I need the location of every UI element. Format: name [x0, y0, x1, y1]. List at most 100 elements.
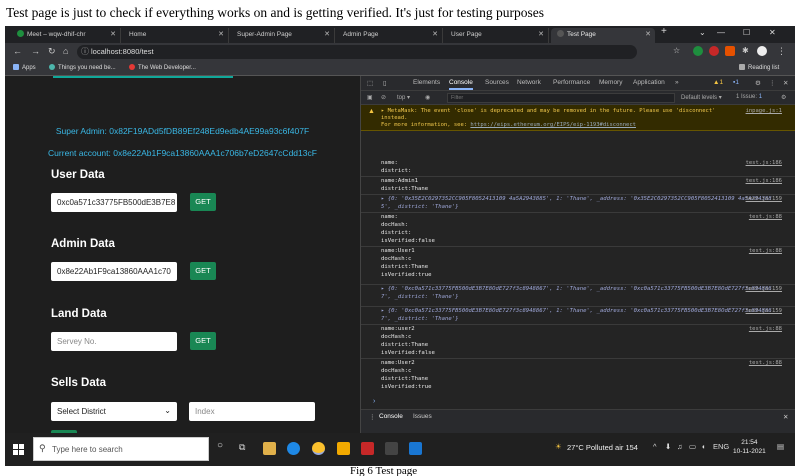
back-icon[interactable]: ← — [13, 46, 22, 56]
close-icon[interactable]: ✕ — [324, 28, 330, 41]
tab-user[interactable]: User Page ✕ — [445, 28, 549, 43]
extensions-puzzle-icon[interactable]: ✱ — [742, 46, 749, 55]
close-icon[interactable]: ✕ — [218, 28, 224, 41]
tab-sources[interactable]: Sources — [485, 79, 509, 86]
drawer-tab-console[interactable]: Console — [379, 413, 403, 420]
eye-icon[interactable]: ◉ — [425, 94, 430, 101]
close-icon[interactable]: ✕ — [538, 28, 544, 41]
console-source-link[interactable]: test.js:88 — [749, 326, 782, 332]
forward-icon[interactable]: → — [31, 46, 40, 56]
land-get-button[interactable]: GET — [190, 332, 216, 350]
issues-badge[interactable]: 1 Issue: 1 — [736, 94, 762, 100]
info-count-badge[interactable]: ▪1 — [733, 79, 739, 86]
eip-link[interactable]: https://eips.ethereum.org/EIPS/eip-1193#… — [470, 122, 636, 128]
tab-application[interactable]: Application — [633, 79, 665, 86]
url-bar[interactable]: ⓘ localhost:8080/test — [77, 45, 637, 59]
file-explorer-icon[interactable] — [337, 442, 350, 455]
task-view-icon[interactable]: ⧉ — [239, 442, 245, 453]
tab-elements[interactable]: Elements — [413, 79, 440, 86]
console-source-link[interactable]: test.js:88 — [749, 248, 782, 254]
extension-icon[interactable] — [693, 46, 703, 56]
notifications-icon[interactable]: ▤ — [777, 442, 784, 451]
new-tab-button[interactable]: + — [661, 26, 667, 37]
tab-memory[interactable]: Memory — [599, 79, 622, 86]
devtools-close-icon[interactable]: ✕ — [783, 79, 788, 87]
edge-icon[interactable] — [287, 442, 300, 455]
bookmark-item[interactable]: Things you need be... — [49, 64, 116, 71]
tab-network[interactable]: Network — [517, 79, 541, 86]
warning-count-badge[interactable]: ▲1 — [713, 79, 723, 86]
network-icon[interactable]: ▭ — [689, 442, 696, 451]
extension-icon[interactable] — [709, 46, 719, 56]
tab-console[interactable]: Console — [449, 79, 473, 90]
tab-search-icon[interactable]: ⌄ — [699, 28, 706, 37]
minimize-icon[interactable]: — — [717, 28, 725, 37]
console-source-link[interactable]: test.js:186 — [746, 178, 782, 184]
admin-address-input[interactable]: 0x8e22Ab1F9ca13860AAA1c70 — [51, 262, 177, 281]
taskbar-search-input[interactable]: ⚲ Type here to search — [33, 437, 209, 461]
home-icon[interactable]: ⌂ — [63, 46, 68, 56]
language-indicator[interactable]: ENG — [713, 442, 729, 451]
windows-start-icon[interactable] — [13, 444, 24, 455]
tab-super-admin[interactable]: Super-Admin Page ✕ — [231, 28, 335, 43]
reading-list[interactable]: Reading list — [739, 64, 779, 71]
user-get-button[interactable]: GET — [190, 193, 216, 211]
store-icon[interactable] — [263, 442, 276, 455]
log-levels-select[interactable]: Default levels ▾ — [681, 94, 722, 101]
tab-test[interactable]: Test Page ✕ — [551, 28, 655, 43]
tray-chevron-icon[interactable]: ^ — [653, 442, 657, 451]
tray-icon[interactable]: ♫ — [677, 442, 683, 451]
drawer-tab-issues[interactable]: Issues — [413, 413, 432, 420]
bookmark-star-icon[interactable]: ☆ — [673, 46, 680, 55]
console-filter-input[interactable]: Filter — [447, 93, 675, 103]
drawer-menu-icon[interactable]: ⋮ — [369, 413, 376, 421]
console-source-link[interactable]: test.js:159 — [746, 308, 782, 314]
cortana-icon[interactable]: ○ — [217, 440, 223, 451]
info-icon[interactable]: ⓘ — [81, 46, 89, 57]
tray-icon[interactable]: ⬇ — [665, 442, 671, 451]
chrome-icon[interactable] — [312, 442, 325, 455]
user-address-input[interactable]: 0xc0a571c33775FB500dE3B7E8 — [51, 193, 177, 212]
app-icon[interactable] — [361, 442, 374, 455]
terminal-icon[interactable] — [385, 442, 398, 455]
console-source-link[interactable]: test.js:159 — [746, 286, 782, 292]
clear-console-icon[interactable]: ⊘ — [381, 94, 386, 101]
more-tabs-icon[interactable]: » — [675, 79, 679, 86]
menu-icon[interactable]: ⋮ — [777, 46, 786, 57]
weather-text[interactable]: 27°C Polluted air 154 — [567, 443, 638, 452]
tab-meet[interactable]: Meet – wqw-dhif-chr ✕ — [11, 28, 121, 43]
console-source-link[interactable]: test.js:88 — [749, 214, 782, 220]
device-toolbar-icon[interactable]: ▯ — [383, 79, 387, 87]
profile-avatar[interactable] — [757, 46, 767, 56]
window-close-icon[interactable]: ✕ — [769, 28, 776, 37]
console-settings-icon[interactable]: ⚙ — [781, 94, 786, 101]
close-icon[interactable]: ✕ — [432, 28, 438, 41]
apps-bookmark[interactable]: Apps — [13, 64, 36, 71]
source-link[interactable]: inpage.js:1 — [746, 108, 782, 114]
clock[interactable]: 21:54 10-11-2021 — [733, 438, 766, 456]
survey-number-input[interactable]: Servey No. — [51, 332, 177, 351]
maximize-icon[interactable]: ☐ — [743, 28, 750, 37]
devtools-menu-icon[interactable]: ⋮ — [769, 79, 776, 87]
inspect-icon[interactable]: ⬚ — [367, 79, 373, 87]
settings-gear-icon[interactable]: ⚙ — [755, 79, 761, 87]
vscode-icon[interactable] — [409, 442, 422, 455]
drawer-close-icon[interactable]: ✕ — [783, 413, 788, 421]
close-icon[interactable]: ✕ — [110, 28, 116, 41]
console-source-link[interactable]: test.js:159 — [746, 196, 782, 202]
district-select[interactable]: Select District ⌄ — [51, 402, 177, 421]
reload-icon[interactable]: ↻ — [48, 46, 56, 57]
metamask-icon[interactable] — [725, 46, 735, 56]
tab-admin[interactable]: Admin Page ✕ — [337, 28, 443, 43]
console-source-link[interactable]: test.js:186 — [746, 160, 782, 166]
console-source-link[interactable]: test.js:88 — [749, 360, 782, 366]
tab-performance[interactable]: Performance — [553, 79, 590, 86]
volume-icon[interactable]: ◖ — [701, 442, 706, 451]
close-icon[interactable]: ✕ — [645, 28, 651, 41]
index-input[interactable]: Index — [189, 402, 315, 421]
tab-home[interactable]: Home ✕ — [123, 28, 229, 43]
bookmark-item[interactable]: The Web Developer... — [129, 64, 196, 71]
admin-get-button[interactable]: GET — [190, 262, 216, 280]
context-select[interactable]: top ▾ — [397, 94, 410, 101]
console-prompt[interactable]: › — [373, 398, 375, 405]
